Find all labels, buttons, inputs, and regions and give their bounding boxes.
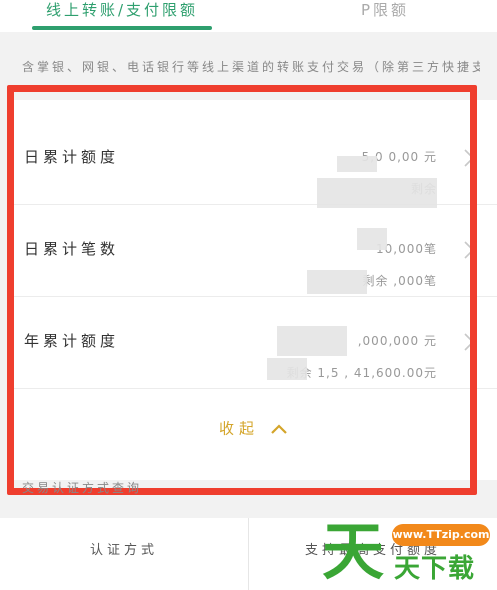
redaction-blur (307, 270, 367, 294)
limit-remaining: 剩余 1,5 , 41,600.00元 (286, 366, 437, 380)
column-auth-method: 认证方式 (89, 543, 158, 558)
limit-value: ,000,000 元 (357, 334, 437, 348)
section-title-auth-query: 交易认证方式查询 (22, 481, 143, 495)
chevron-right-icon (464, 149, 475, 167)
chevron-right-icon (464, 241, 475, 259)
chevron-right-icon (464, 333, 475, 351)
tab-bar: 线上转账/支付限额 P限额 (0, 0, 497, 32)
limit-label: 日累计笔数 (24, 240, 120, 258)
limit-label: 日累计额度 (24, 148, 120, 166)
collapse-label: 收起 (218, 419, 259, 438)
active-tab-indicator (32, 26, 212, 30)
redaction-blur (267, 358, 307, 380)
limit-row-daily-count[interactable]: 日累计笔数 10,000笔 剩余 ,000笔 (10, 204, 497, 297)
redaction-blur (337, 156, 377, 172)
limit-remaining: 剩余 ,000笔 (362, 274, 437, 288)
tab-p-limit[interactable]: P限额 (330, 0, 440, 30)
chevron-up-icon (271, 423, 287, 434)
limit-row-daily-amount[interactable]: 日累计额度 5,0 0,00 元 剩余 (10, 112, 497, 208)
watermark-text: 天下载 (394, 554, 476, 584)
redaction-blur (277, 326, 347, 356)
limits-card: 日累计额度 5,0 0,00 元 剩余 日累计笔数 10,000笔 剩余 ,00… (10, 100, 497, 480)
channel-notice: 含掌银、网银、电话银行等线上渠道的转账支付交易（除第三方快捷支付） (22, 60, 480, 74)
limit-row-annual-amount[interactable]: 年累计额度 ,000,000 元 剩余 1,5 , 41,600.00元 (10, 296, 497, 389)
limit-label: 年累计额度 (24, 332, 120, 350)
redaction-blur (357, 228, 387, 250)
watermark-url: www.TTzip.com (392, 524, 490, 546)
watermark-logo: 天 (322, 515, 385, 588)
collapse-button[interactable]: 收起 (10, 400, 497, 460)
